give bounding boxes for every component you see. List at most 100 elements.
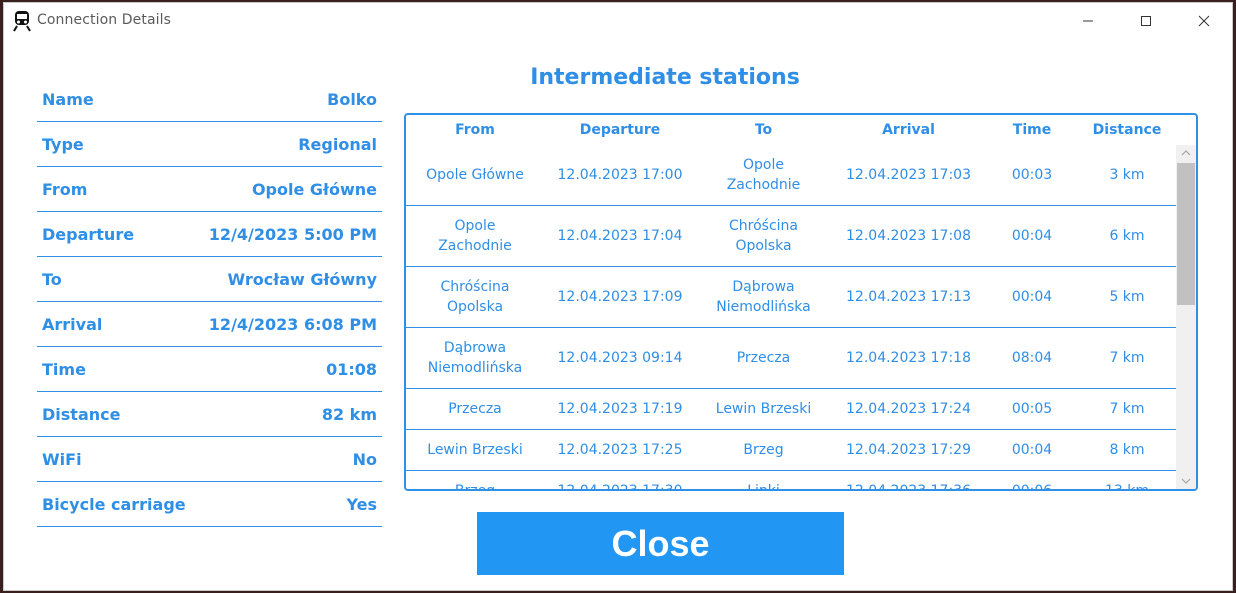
table-cell: 7 km [1109,401,1145,417]
detail-value: Regional [298,134,377,154]
column-header: From [455,122,495,138]
table-cell: 08:04 [1011,350,1053,366]
table-header: From Departure To Arrival Time Distance [406,115,1176,145]
table-row[interactable]: Opole Zachodnie 12.04.2023 17:04 Chróścina… [406,206,1176,267]
detail-value: Opole Główne [251,179,377,199]
detail-row: Departure 12/4/2023 5:00 PM [37,212,382,257]
detail-label: Name [42,89,94,109]
table-cell: 12.04.2023 17:29 [846,442,971,458]
table-cell: Brzeg [743,442,784,458]
table-cell: 12.04.2023 17:13 [846,289,971,305]
title-bar: Connection Details [4,3,1232,39]
table-row[interactable]: Lewin Brzeski 12.04.2023 17:25 Brzeg 12.04.… [406,430,1176,471]
detail-label: Arrival [42,314,103,334]
table-row[interactable]: Brzeg12.04.2023 17:30Lipki12.04.2023 17:… [406,471,1176,489]
detail-value: 12/4/2023 5:00 PM [208,224,377,244]
close-window-button[interactable] [1181,3,1227,39]
table-cell: 12.04.2023 17:36 [831,481,986,489]
detail-value: Wrocław Główny [227,269,377,289]
detail-row: Bicycle carriage Yes [37,482,382,527]
table-row[interactable]: Dąbrowa Niemodlińska 12.04.2023 09:14 Prze… [406,328,1176,389]
chevron-up-icon[interactable] [1176,145,1196,161]
detail-label: WiFi [42,449,82,469]
maximize-icon [1141,16,1151,26]
minimize-icon [1083,20,1093,22]
table-cell: 7 km [1109,350,1145,366]
minimize-button[interactable] [1065,3,1111,39]
table-cell: Chróścina Opolska [729,218,798,254]
table-row[interactable]: Przecza 12.04.2023 17:19 Lewin Brzeski 12.0… [406,389,1176,430]
table-cell: 00:03 [1011,167,1053,183]
table-cell: Przecza [736,350,791,366]
detail-label: Bicycle carriage [42,494,186,514]
detail-value: 12/4/2023 6:08 PM [208,314,377,334]
column-header: Departure [579,122,661,138]
detail-row: From Opole Główne [37,167,382,212]
column-header: Distance [1092,122,1162,138]
detail-row: Type Regional [37,122,382,167]
stations-heading: Intermediate stations [530,65,800,90]
detail-value: Yes [346,494,378,514]
table-cell: Dąbrowa Niemodlińska [427,340,523,376]
train-icon [13,10,31,32]
table-cell: Chróścina Opolska [440,279,510,315]
table-cell: 00:04 [1011,228,1053,244]
table-cell: Opole Główne [426,167,524,183]
table-cell: 00:06 [986,481,1078,489]
table-cell: 8 km [1109,442,1145,458]
detail-value: 82 km [321,404,377,424]
connection-details-window: Connection Details Name Bolko Type Regional… [3,2,1233,591]
detail-value: 01:08 [326,359,377,379]
table-cell: 12.04.2023 09:14 [557,350,683,366]
scroll-thumb[interactable] [1177,163,1195,305]
table-cell: 12.04.2023 17:18 [846,350,971,366]
table-cell: 3 km [1109,167,1145,183]
stations-table: From Departure To Arrival Time Distance Opole… [404,113,1198,491]
table-cell: 5 km [1109,289,1145,305]
table-cell: Przecza [448,401,502,417]
detail-value: No [352,449,377,469]
table-cell: 12.04.2023 17:24 [846,401,971,417]
detail-label: To [42,269,62,289]
detail-label: Departure [42,224,135,244]
detail-row: Name Bolko [37,77,382,122]
table-cell: Dąbrowa Niemodlińska [716,279,811,315]
table-cell: 00:04 [1011,442,1053,458]
detail-label: Distance [42,404,121,424]
window-title: Connection Details [37,12,172,28]
chevron-down-icon[interactable] [1176,473,1196,489]
detail-value: Bolko [327,89,377,109]
table-row[interactable]: Opole Główne 12.04.2023 17:00 Opole Zachod… [406,145,1176,206]
table-cell: 12.04.2023 17:30 [544,481,696,489]
table-cell: 00:04 [1011,289,1053,305]
table-cell: Opole Zachodnie [726,157,801,193]
table-cell: 00:05 [1011,401,1053,417]
table-cell: 12.04.2023 17:00 [557,167,683,183]
column-header: To [754,122,773,138]
column-header: Time [1012,122,1052,138]
table-body: Opole Główne 12.04.2023 17:00 Opole Zachod… [406,145,1176,489]
close-button[interactable]: Close [477,512,844,575]
table-cell: Opole Zachodnie [438,218,512,254]
table-cell: 6 km [1109,228,1145,244]
table-cell: 12.04.2023 17:09 [557,289,683,305]
detail-row: Arrival 12/4/2023 6:08 PM [37,302,382,347]
table-row[interactable]: Chróścina Opolska 12.04.2023 17:09 Dąbrowa… [406,267,1176,328]
table-cell: Lewin Brzeski [715,401,812,417]
detail-row: WiFi No [37,437,382,482]
detail-label: Time [42,359,86,379]
table-scrollbar[interactable] [1176,145,1196,489]
table-cell: Lipki [696,481,831,489]
table-cell: Lewin Brzeski [427,442,523,458]
close-icon [1198,15,1210,27]
table-cell: 12.04.2023 17:03 [846,167,971,183]
table-cell: 12.04.2023 17:25 [557,442,683,458]
detail-row: Time 01:08 [37,347,382,392]
detail-row: Distance 82 km [37,392,382,437]
detail-row: To Wrocław Główny [37,257,382,302]
connection-details-list: Name Bolko Type Regional From Opole Główne Dep… [37,77,382,527]
column-header: Arrival [882,122,935,138]
table-cell: 12.04.2023 17:04 [557,228,683,244]
maximize-button[interactable] [1123,3,1169,39]
detail-label: From [42,179,88,199]
